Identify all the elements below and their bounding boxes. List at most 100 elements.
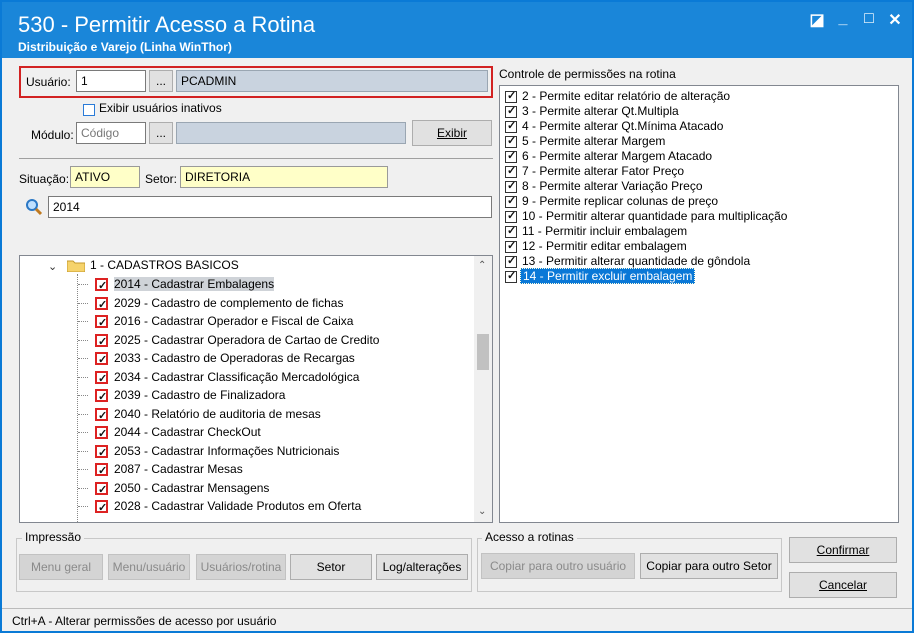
permission-checkbox[interactable] — [505, 149, 517, 164]
setor-button[interactable]: Setor — [290, 554, 372, 580]
cancelar-label: Cancelar — [818, 578, 868, 592]
tree-item[interactable]: 2050 - Cadastrar Mensagens — [78, 479, 269, 499]
tree-item[interactable]: 2014 - Cadastrar Embalagens — [78, 275, 275, 295]
permission-label: 13 - Permitir alterar quantidade de gônd… — [522, 254, 751, 268]
title-bar: 530 - Permitir Acesso a Rotina Distribui… — [2, 2, 912, 58]
tree-connector — [78, 469, 88, 470]
show-inactive-checkbox[interactable] — [83, 102, 95, 116]
tree-item-checkbox[interactable] — [95, 462, 108, 480]
tree-connector — [78, 413, 88, 415]
permission-item[interactable]: 2 - Permite editar relatório de alteraçã… — [505, 89, 732, 104]
module-placeholder: Código — [81, 126, 120, 140]
usuarios-rotina-button[interactable]: Usuários/rotina — [196, 554, 286, 580]
permission-checkbox[interactable] — [505, 164, 517, 179]
user-browse-button[interactable]: ... — [149, 70, 173, 92]
tree-item[interactable]: 2033 - Cadastro de Operadoras de Recarga… — [78, 349, 355, 369]
permission-label: 12 - Permitir editar embalagem — [522, 239, 687, 253]
setor-field: DIRETORIA — [180, 166, 388, 188]
tree-item-checkbox[interactable] — [95, 277, 108, 295]
user-code-input[interactable]: 1 — [76, 70, 146, 92]
menu-usuario-button[interactable]: Menu/usuário — [108, 554, 190, 580]
tree-item-checkbox[interactable] — [95, 444, 108, 462]
restore-icon[interactable]: ◪ — [806, 10, 828, 30]
permission-checkbox[interactable] — [505, 179, 517, 194]
tree-connector — [78, 339, 88, 341]
tree-item[interactable]: 2034 - Cadastrar Classificação Mercadoló… — [78, 368, 359, 388]
routine-tree: ⌄ 1 - CADASTROS BASICOS 2014 - Cadastrar… — [19, 255, 493, 523]
permission-checkbox[interactable] — [505, 104, 517, 119]
module-browse-button[interactable]: ... — [149, 122, 173, 144]
tree-item[interactable]: 2028 - Cadastrar Validade Produtos em Of… — [78, 497, 361, 517]
permission-checkbox[interactable] — [505, 224, 517, 239]
situacao-field: ATIVO — [70, 166, 140, 188]
permission-label: 8 - Permite alterar Variação Preço — [522, 179, 703, 193]
module-code-input[interactable]: Código — [76, 122, 146, 144]
tree-item[interactable]: 2053 - Cadastrar Informações Nutricionai… — [78, 442, 339, 462]
permissions-title: Controle de permissões na rotina — [499, 67, 676, 81]
permission-checkbox[interactable] — [505, 269, 517, 284]
tree-item[interactable]: 2044 - Cadastrar CheckOut — [78, 423, 261, 443]
cancelar-button[interactable]: Cancelar — [789, 572, 897, 598]
tree-item[interactable]: 2025 - Cadastrar Operadora de Cartao de … — [78, 331, 379, 351]
permission-checkbox[interactable] — [505, 209, 517, 224]
tree-item-checkbox[interactable] — [95, 407, 108, 425]
copiar-usuario-button[interactable]: Copiar para outro usuário — [481, 553, 635, 579]
confirmar-button[interactable]: Confirmar — [789, 537, 897, 563]
permission-checkbox[interactable] — [505, 239, 517, 254]
exibir-button[interactable]: Exibir — [412, 120, 492, 146]
tree-item-checkbox[interactable] — [95, 296, 108, 314]
tree-item[interactable]: 2016 - Cadastrar Operador e Fiscal de Ca… — [78, 312, 353, 332]
tree-item-checkbox[interactable] — [95, 388, 108, 406]
permission-item[interactable]: 9 - Permite replicar colunas de preço — [505, 194, 720, 209]
scroll-thumb[interactable] — [477, 334, 489, 370]
permission-item[interactable]: 14 - Permitir excluir embalagem — [505, 268, 696, 284]
maximize-button[interactable]: □ — [858, 10, 880, 28]
scroll-down-icon[interactable]: ⌄ — [478, 506, 486, 517]
permission-checkbox[interactable] — [505, 194, 517, 209]
permission-checkbox[interactable] — [505, 89, 517, 104]
permission-label: 3 - Permite alterar Qt.Multipla — [522, 104, 679, 118]
tree-item-checkbox[interactable] — [95, 370, 108, 388]
tree-item[interactable]: 2029 - Cadastro de complemento de fichas — [78, 294, 344, 314]
permission-item[interactable]: 3 - Permite alterar Qt.Multipla — [505, 104, 681, 119]
permission-item[interactable]: 13 - Permitir alterar quantidade de gônd… — [505, 254, 752, 269]
tree-item-checkbox[interactable] — [95, 481, 108, 499]
minimize-button[interactable]: _ — [832, 10, 854, 28]
tree-item-checkbox[interactable] — [95, 499, 108, 517]
tree-item-label: 2029 - Cadastro de complemento de fichas — [114, 295, 344, 310]
window-title: 530 - Permitir Acesso a Rotina — [18, 12, 316, 37]
permission-checkbox[interactable] — [505, 134, 517, 149]
permission-label: 9 - Permite replicar colunas de preço — [522, 194, 719, 208]
copiar-setor-button[interactable]: Copiar para outro Setor — [640, 553, 778, 579]
permission-item[interactable]: 5 - Permite alterar Margem — [505, 134, 667, 149]
tree-item-checkbox[interactable] — [95, 314, 108, 332]
permission-item[interactable]: 4 - Permite alterar Qt.Mínima Atacado — [505, 119, 725, 134]
menu-geral-button[interactable]: Menu geral — [19, 554, 103, 580]
permission-label: 2 - Permite editar relatório de alteraçã… — [522, 89, 731, 103]
search-input[interactable]: 2014 — [48, 196, 492, 218]
permission-item[interactable]: 7 - Permite alterar Fator Preço — [505, 164, 686, 179]
permission-item[interactable]: 12 - Permitir editar embalagem — [505, 239, 689, 254]
permission-checkbox[interactable] — [505, 254, 517, 269]
tree-item-checkbox[interactable] — [95, 333, 108, 351]
log-alteracoes-button[interactable]: Log/alterações — [376, 554, 468, 580]
tree-item[interactable]: 2040 - Relatório de auditoria de mesas — [78, 405, 321, 425]
close-button[interactable]: ✕ — [884, 10, 906, 30]
tree-item-checkbox[interactable] — [95, 425, 108, 443]
tree-item-checkbox[interactable] — [95, 351, 108, 369]
tree-connector — [78, 376, 88, 378]
tree-item[interactable]: 2039 - Cadastro de Finalizadora — [78, 386, 285, 406]
permission-checkbox[interactable] — [505, 119, 517, 134]
scroll-up-icon[interactable]: ⌃ — [478, 260, 486, 271]
tree-item[interactable]: 2087 - Cadastrar Mesas — [78, 460, 243, 480]
permission-item[interactable]: 6 - Permite alterar Margem Atacado — [505, 149, 714, 164]
tree-folder-label[interactable]: 1 - CADASTROS BASICOS — [90, 258, 239, 272]
tree-connector — [78, 432, 88, 433]
permission-item[interactable]: 11 - Permitir incluir embalagem — [505, 224, 689, 239]
permission-item[interactable]: 8 - Permite alterar Variação Preço — [505, 179, 705, 194]
chevron-down-icon[interactable]: ⌄ — [48, 260, 60, 273]
confirmar-label: Confirmar — [816, 543, 870, 557]
tree-scrollbar[interactable]: ⌃ ⌄ — [474, 256, 492, 522]
permission-item[interactable]: 10 - Permitir alterar quantidade para mu… — [505, 209, 789, 224]
tree-connector — [78, 284, 88, 285]
